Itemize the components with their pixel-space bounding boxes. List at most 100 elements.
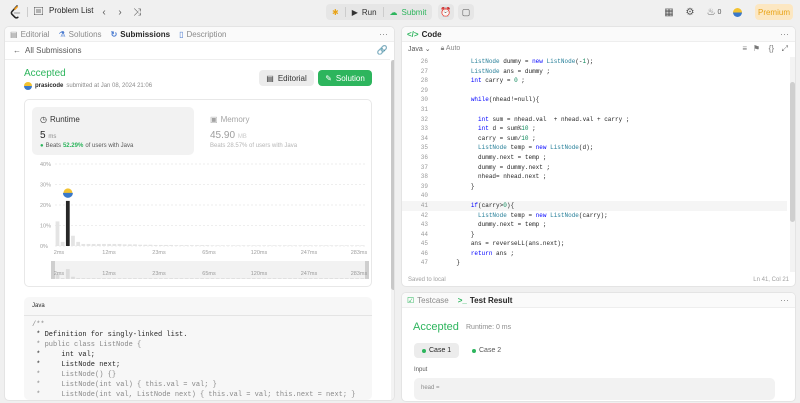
code-scrollbar[interactable] <box>790 57 795 272</box>
chart-bar[interactable] <box>360 245 365 246</box>
code-editor[interactable]: 26 27 28 29 30 31 32 33 34 35 36 37 38 39 40 41 42 43 44 45… <box>402 57 795 272</box>
language-select[interactable]: Java ⌄ <box>408 45 431 53</box>
layout-grid-icon[interactable]: ▦ <box>663 6 675 18</box>
username[interactable]: prasicode <box>35 83 63 89</box>
chart-bar[interactable] <box>158 244 163 246</box>
chart-bar[interactable] <box>143 244 148 246</box>
chevron-left-icon[interactable]: ‹ <box>98 6 110 18</box>
chart-bar[interactable] <box>107 243 112 246</box>
chart-bar[interactable] <box>169 244 174 246</box>
tab-editorial[interactable]: ▤ Editorial <box>10 30 49 39</box>
chart-bar[interactable] <box>267 245 272 246</box>
chart-bar[interactable] <box>308 245 313 246</box>
chart-bar[interactable] <box>257 245 261 246</box>
chart-bar[interactable] <box>65 200 70 246</box>
chart-bar[interactable] <box>195 245 199 246</box>
chart-bar[interactable] <box>71 235 75 246</box>
leetcode-logo-icon[interactable] <box>10 5 21 19</box>
submit-button[interactable]: ☁ Submit <box>384 4 433 20</box>
chart-bar[interactable] <box>102 243 106 246</box>
code-line[interactable]: carry = sum/10 ; <box>442 134 629 144</box>
code-line[interactable]: int d = sum%10 ; <box>442 124 629 134</box>
alarm-icon[interactable]: ⏰ <box>438 4 454 20</box>
link-icon[interactable]: 🔗 <box>377 45 388 56</box>
tab-solutions[interactable]: ⚗ Solutions <box>58 30 101 39</box>
code-line[interactable]: ListNode temp = new ListNode(carry); <box>442 211 629 221</box>
chart-bar[interactable] <box>122 244 127 246</box>
chart-bar[interactable] <box>127 244 132 246</box>
code-line[interactable] <box>442 191 629 201</box>
code-line[interactable] <box>442 105 629 115</box>
all-submissions-link[interactable]: ← All Submissions <box>13 46 81 55</box>
chart-bar[interactable] <box>241 245 246 246</box>
tab-testcase[interactable]: ☑ Testcase <box>407 296 449 305</box>
chart-bar[interactable] <box>117 243 122 246</box>
chart-bar[interactable] <box>86 243 91 246</box>
chart-bar[interactable] <box>355 245 360 246</box>
chart-bar[interactable] <box>112 243 117 246</box>
tab-test-result[interactable]: >_ Test Result <box>458 296 513 305</box>
chart-bar[interactable] <box>55 221 60 246</box>
chart-bar[interactable] <box>226 245 230 246</box>
chart-bar[interactable] <box>319 245 323 246</box>
chart-bar[interactable] <box>91 243 96 246</box>
avatar[interactable] <box>733 8 742 17</box>
expand-icon[interactable]: ⤢ <box>782 44 788 54</box>
chart-bar[interactable] <box>251 245 256 246</box>
runtime-box[interactable]: ◷ Runtime 5 ms ● Beats 52.29% of users with … <box>32 107 194 155</box>
more-icon[interactable]: ··· <box>379 29 388 39</box>
chart-bar[interactable] <box>205 245 210 246</box>
more-icon[interactable]: ··· <box>780 29 789 39</box>
run-button[interactable]: ▶ Run <box>346 4 383 20</box>
chart-bar[interactable] <box>298 245 303 246</box>
chart-bar[interactable] <box>96 243 101 246</box>
chart-bar[interactable] <box>138 244 143 246</box>
streak-counter[interactable]: ♨ 0 <box>704 6 724 18</box>
chart-bar[interactable] <box>133 244 137 246</box>
premium-button[interactable]: Premium <box>755 4 793 20</box>
code-line[interactable]: dummy.next = temp ; <box>442 220 629 230</box>
code-text[interactable]: ListNode dummy = new ListNode(-1); ListN… <box>442 57 629 268</box>
code-line[interactable]: ListNode ans = dummy ; <box>442 67 629 77</box>
tab-code[interactable]: </> Code <box>407 30 442 39</box>
tab-description[interactable]: ▯ Description <box>179 30 226 39</box>
chart-bar[interactable] <box>153 244 158 246</box>
chart-bar[interactable] <box>81 243 86 246</box>
chart-bar[interactable] <box>164 244 168 246</box>
code-line[interactable]: while(nhead!=null){ <box>442 95 629 105</box>
runtime-distribution-chart[interactable]: 40% 30% 20% 10% 0% 2ms 12ms 23ms 65ms 120ms 247ms 2… <box>25 158 373 286</box>
code-line[interactable]: dummy.next = temp ; <box>442 153 629 163</box>
chevron-right-icon[interactable]: › <box>114 6 126 18</box>
code-line[interactable]: } <box>442 182 629 192</box>
chart-bar[interactable] <box>262 245 267 246</box>
tab-submissions[interactable]: ↻ Submissions <box>111 30 171 39</box>
code-line[interactable]: nhead= nhead.next ; <box>442 172 629 182</box>
chart-bar[interactable] <box>277 245 282 246</box>
chart-bar[interactable] <box>303 245 308 246</box>
chart-bar[interactable] <box>210 245 215 246</box>
case-2-tab[interactable]: Case 2 <box>464 343 509 358</box>
note-icon[interactable]: ▢ <box>458 4 474 20</box>
code-line[interactable]: if(carry>0){ <box>442 201 629 211</box>
left-scrollbar[interactable] <box>391 60 394 400</box>
code-line[interactable]: ListNode dummy = new ListNode(-1); <box>442 57 629 67</box>
chart-bar[interactable] <box>179 245 184 246</box>
memory-box[interactable]: ▣ Memory 45.90 MB Beats 28.57% of users w… <box>202 107 364 155</box>
chart-bar[interactable] <box>236 245 241 246</box>
chart-bar[interactable] <box>313 245 318 246</box>
chart-bar[interactable] <box>339 245 344 246</box>
code-line[interactable]: dummy = dummy.next ; <box>442 163 629 173</box>
code-line[interactable]: ans = reverseLL(ans.next); <box>442 239 629 249</box>
chart-bar[interactable] <box>246 245 251 246</box>
chart-bar[interactable] <box>184 245 189 246</box>
chart-bar[interactable] <box>60 241 65 246</box>
chart-bar[interactable] <box>220 245 225 246</box>
chart-bar[interactable] <box>324 245 329 246</box>
code-line[interactable]: } <box>442 230 629 240</box>
chart-bar[interactable] <box>288 245 292 246</box>
chart-bar[interactable] <box>76 241 81 246</box>
editorial-button[interactable]: ▤ Editorial <box>259 70 314 86</box>
debug-button[interactable]: ✱ <box>326 4 345 20</box>
code-line[interactable]: } <box>442 258 629 268</box>
chart-bar[interactable] <box>200 245 205 246</box>
